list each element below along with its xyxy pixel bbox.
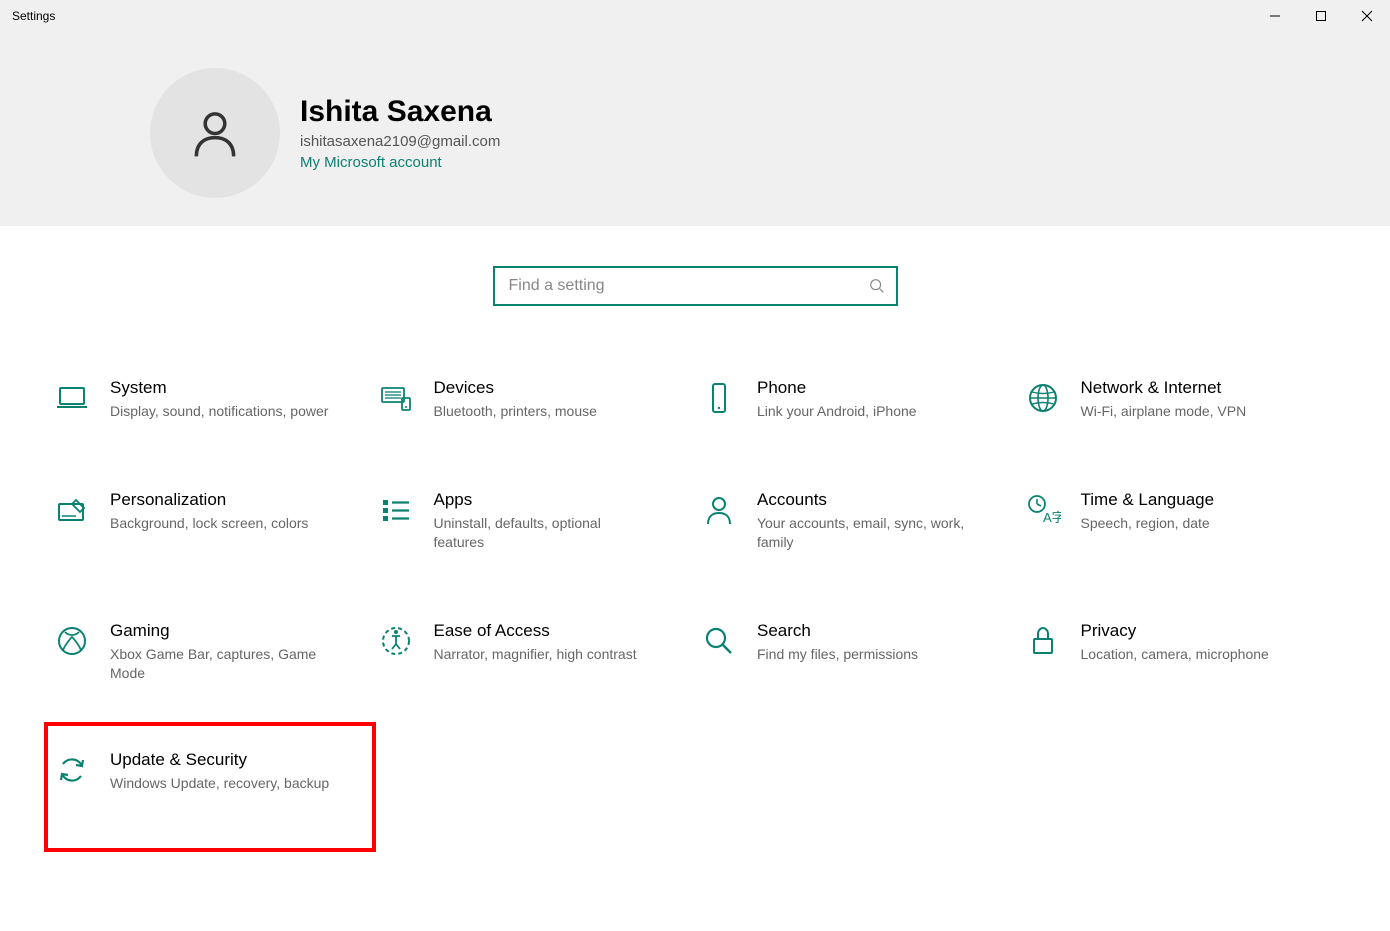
tile-network[interactable]: Network & Internet Wi-Fi, airplane mode,… bbox=[1019, 372, 1343, 428]
user-email: ishitasaxena2109@gmail.com bbox=[300, 133, 500, 150]
phone-icon bbox=[699, 378, 739, 418]
tile-desc: Xbox Game Bar, captures, Game Mode bbox=[110, 645, 330, 684]
tile-title: Update & Security bbox=[110, 750, 329, 770]
tile-title: Apps bbox=[434, 490, 654, 510]
maximize-button[interactable] bbox=[1298, 0, 1344, 32]
search-container bbox=[0, 266, 1390, 306]
tile-phone[interactable]: Phone Link your Android, iPhone bbox=[695, 372, 1019, 428]
tile-title: Personalization bbox=[110, 490, 308, 510]
my-account-link[interactable]: My Microsoft account bbox=[300, 154, 500, 171]
tile-desc: Location, camera, microphone bbox=[1081, 645, 1269, 665]
user-header: Ishita Saxena ishitasaxena2109@gmail.com… bbox=[0, 32, 1390, 226]
tile-apps[interactable]: Apps Uninstall, defaults, optional featu… bbox=[372, 484, 696, 559]
tile-ease-of-access[interactable]: Ease of Access Narrator, magnifier, high… bbox=[372, 615, 696, 690]
minimize-button[interactable] bbox=[1252, 0, 1298, 32]
tile-desc: Uninstall, defaults, optional features bbox=[434, 514, 654, 553]
tile-desc: Speech, region, date bbox=[1081, 514, 1215, 534]
close-button[interactable] bbox=[1344, 0, 1390, 32]
keyboard-icon bbox=[376, 378, 416, 418]
tile-title: Search bbox=[757, 621, 918, 641]
user-info: Ishita Saxena ishitasaxena2109@gmail.com… bbox=[300, 95, 500, 171]
tile-desc: Narrator, magnifier, high contrast bbox=[434, 645, 637, 665]
account-icon bbox=[699, 490, 739, 530]
tile-title: Privacy bbox=[1081, 621, 1269, 641]
search-input[interactable] bbox=[509, 277, 868, 295]
globe-icon bbox=[1023, 378, 1063, 418]
search-icon bbox=[868, 277, 886, 295]
tile-personalization[interactable]: Personalization Background, lock screen,… bbox=[48, 484, 372, 559]
accessibility-icon bbox=[376, 621, 416, 661]
tile-system[interactable]: System Display, sound, notifications, po… bbox=[48, 372, 372, 428]
tile-title: Phone bbox=[757, 378, 917, 398]
lock-icon bbox=[1023, 621, 1063, 661]
person-icon bbox=[187, 105, 243, 161]
list-icon bbox=[376, 490, 416, 530]
tile-gaming[interactable]: Gaming Xbox Game Bar, captures, Game Mod… bbox=[48, 615, 372, 690]
tile-title: Network & Internet bbox=[1081, 378, 1247, 398]
tile-privacy[interactable]: Privacy Location, camera, microphone bbox=[1019, 615, 1343, 690]
tile-title: Devices bbox=[434, 378, 597, 398]
tile-desc: Background, lock screen, colors bbox=[110, 514, 308, 534]
tile-title: Ease of Access bbox=[434, 621, 637, 641]
search-box[interactable] bbox=[493, 266, 898, 306]
laptop-icon bbox=[52, 378, 92, 418]
tile-desc: Windows Update, recovery, backup bbox=[110, 774, 329, 794]
tile-desc: Display, sound, notifications, power bbox=[110, 402, 328, 422]
time-language-icon: A字 bbox=[1023, 490, 1063, 530]
magnifier-icon bbox=[699, 621, 739, 661]
avatar[interactable] bbox=[150, 68, 280, 198]
tile-desc: Bluetooth, printers, mouse bbox=[434, 402, 597, 422]
titlebar: Settings bbox=[0, 0, 1390, 32]
user-name: Ishita Saxena bbox=[300, 95, 500, 129]
tile-update-security[interactable]: Update & Security Windows Update, recove… bbox=[44, 722, 376, 852]
tile-accounts[interactable]: Accounts Your accounts, email, sync, wor… bbox=[695, 484, 1019, 559]
settings-grid: System Display, sound, notifications, po… bbox=[0, 372, 1390, 798]
tile-devices[interactable]: Devices Bluetooth, printers, mouse bbox=[372, 372, 696, 428]
window-title: Settings bbox=[12, 9, 55, 23]
tile-desc: Link your Android, iPhone bbox=[757, 402, 917, 422]
tile-title: Accounts bbox=[757, 490, 977, 510]
window-controls bbox=[1252, 0, 1390, 32]
tile-desc: Your accounts, email, sync, work, family bbox=[757, 514, 977, 553]
tile-search[interactable]: Search Find my files, permissions bbox=[695, 615, 1019, 690]
tile-title: System bbox=[110, 378, 328, 398]
svg-text:A字: A字 bbox=[1043, 510, 1061, 525]
tile-title: Gaming bbox=[110, 621, 330, 641]
xbox-icon bbox=[52, 621, 92, 661]
tile-desc: Wi-Fi, airplane mode, VPN bbox=[1081, 402, 1247, 422]
tile-title: Time & Language bbox=[1081, 490, 1215, 510]
tile-time-language[interactable]: A字 Time & Language Speech, region, date bbox=[1019, 484, 1343, 559]
paint-icon bbox=[52, 490, 92, 530]
tile-desc: Find my files, permissions bbox=[757, 645, 918, 665]
sync-icon bbox=[52, 750, 92, 790]
